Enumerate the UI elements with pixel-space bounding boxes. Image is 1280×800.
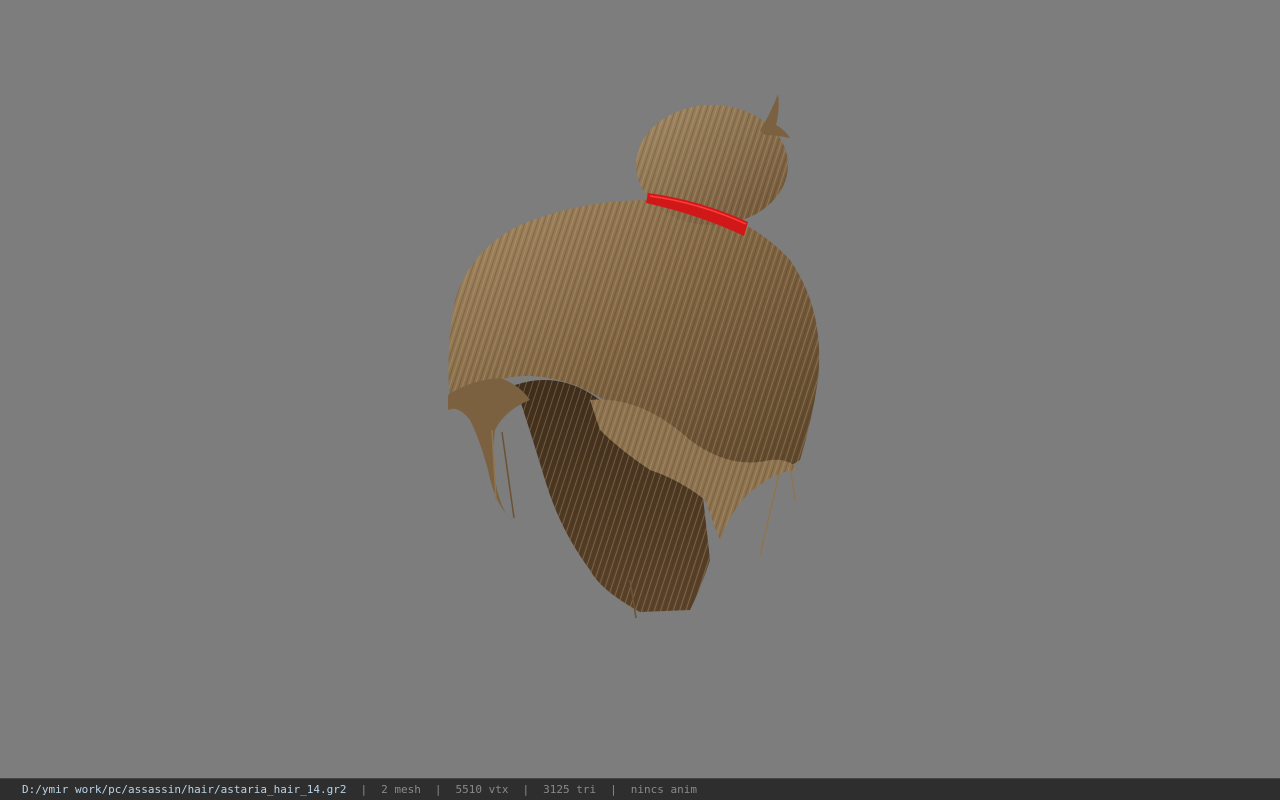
separator: | [360, 783, 368, 796]
mesh-count: 2 mesh [381, 783, 421, 796]
triangle-count: 3125 tri [543, 783, 597, 796]
animation-status: nincs anim [630, 783, 697, 796]
status-bar: D:/ymir work/pc/assassin/hair/astaria_ha… [0, 778, 1280, 800]
bun-tuft [760, 94, 790, 138]
file-path: D:/ymir work/pc/assassin/hair/astaria_ha… [22, 783, 347, 796]
hair-left-strands [448, 378, 530, 520]
hair-model[interactable] [0, 0, 1280, 778]
3d-viewport[interactable] [0, 0, 1280, 778]
separator: | [610, 783, 617, 796]
separator: | [522, 783, 530, 796]
separator: | [434, 783, 442, 796]
vertex-count: 5510 vtx [455, 783, 509, 796]
